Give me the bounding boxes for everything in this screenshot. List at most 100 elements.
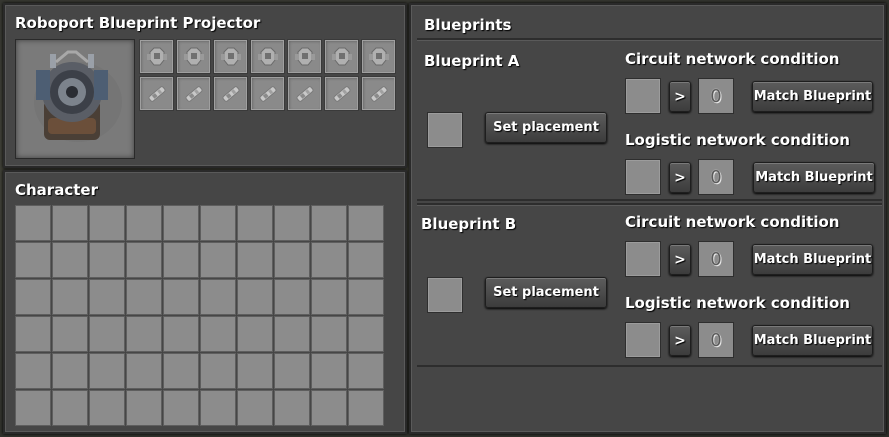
- inventory-slot[interactable]: [52, 353, 88, 389]
- repair-pack-slot[interactable]: [139, 76, 174, 111]
- inventory-slot[interactable]: [348, 316, 384, 352]
- inventory-slot[interactable]: [52, 242, 88, 278]
- inventory-slot[interactable]: [15, 205, 51, 241]
- inventory-slot[interactable]: [89, 316, 125, 352]
- robot-slot[interactable]: [287, 39, 322, 74]
- inventory-slot[interactable]: [274, 353, 310, 389]
- inventory-slot[interactable]: [200, 205, 236, 241]
- robot-slot[interactable]: [139, 39, 174, 74]
- inventory-slot[interactable]: [237, 205, 273, 241]
- repair-pack-slot[interactable]: [213, 76, 248, 111]
- inventory-slot[interactable]: [311, 205, 347, 241]
- circuit-comparator-button[interactable]: >: [669, 244, 691, 275]
- inventory-slot[interactable]: [311, 279, 347, 315]
- inventory-slot[interactable]: [237, 279, 273, 315]
- inventory-slot[interactable]: [89, 390, 125, 426]
- inventory-slot[interactable]: [126, 390, 162, 426]
- circuit-match-blueprint-button[interactable]: Match Blueprint: [752, 81, 873, 112]
- inventory-slot[interactable]: [126, 205, 162, 241]
- inventory-slot[interactable]: [163, 205, 199, 241]
- roboport-panel: Roboport Blueprint Projector: [3, 3, 407, 168]
- inventory-slot[interactable]: [200, 390, 236, 426]
- inventory-slot[interactable]: [52, 316, 88, 352]
- inventory-slot[interactable]: [274, 242, 310, 278]
- blueprint-name: Blueprint A: [424, 52, 520, 70]
- blueprint-icon-slot[interactable]: [427, 112, 463, 148]
- inventory-slot[interactable]: [274, 390, 310, 426]
- blueprint-name: Blueprint B: [421, 215, 517, 233]
- circuit-value-field[interactable]: 0: [698, 241, 734, 277]
- logistic-match-blueprint-button[interactable]: Match Blueprint: [752, 325, 873, 356]
- set-placement-button[interactable]: Set placement: [485, 277, 607, 308]
- inventory-slot[interactable]: [163, 279, 199, 315]
- inventory-slot[interactable]: [237, 242, 273, 278]
- inventory-slot[interactable]: [200, 316, 236, 352]
- inventory-slot[interactable]: [274, 316, 310, 352]
- repair-pack-slot[interactable]: [250, 76, 285, 111]
- robot-slot[interactable]: [250, 39, 285, 74]
- logistic-robot-icon: [220, 47, 241, 65]
- inventory-slot[interactable]: [163, 242, 199, 278]
- inventory-slot[interactable]: [237, 316, 273, 352]
- inventory-slot[interactable]: [311, 316, 347, 352]
- repair-pack-icon: [221, 85, 240, 102]
- inventory-slot[interactable]: [163, 353, 199, 389]
- inventory-slot[interactable]: [89, 279, 125, 315]
- inventory-slot[interactable]: [126, 242, 162, 278]
- inventory-slot[interactable]: [126, 279, 162, 315]
- inventory-slot[interactable]: [89, 353, 125, 389]
- inventory-slot[interactable]: [237, 390, 273, 426]
- circuit-value-field[interactable]: 0: [698, 78, 734, 114]
- inventory-slot[interactable]: [348, 390, 384, 426]
- set-placement-button[interactable]: Set placement: [485, 112, 607, 143]
- robot-slot[interactable]: [213, 39, 248, 74]
- inventory-slot[interactable]: [89, 242, 125, 278]
- inventory-slot[interactable]: [200, 353, 236, 389]
- robot-slot[interactable]: [176, 39, 211, 74]
- repair-pack-slot[interactable]: [324, 76, 359, 111]
- inventory-slot[interactable]: [126, 353, 162, 389]
- logistic-value-field[interactable]: 0: [698, 322, 734, 358]
- logistic-signal-slot[interactable]: [625, 322, 661, 358]
- circuit-signal-slot[interactable]: [625, 241, 661, 277]
- inventory-slot[interactable]: [52, 279, 88, 315]
- inventory-slot[interactable]: [200, 279, 236, 315]
- inventory-slot[interactable]: [15, 279, 51, 315]
- inventory-slot[interactable]: [311, 353, 347, 389]
- inventory-slot[interactable]: [15, 316, 51, 352]
- roboport-panel-title: Roboport Blueprint Projector: [15, 14, 261, 32]
- inventory-slot[interactable]: [126, 316, 162, 352]
- inventory-slot[interactable]: [311, 390, 347, 426]
- inventory-slot[interactable]: [15, 353, 51, 389]
- inventory-slot[interactable]: [200, 242, 236, 278]
- logistic-signal-slot[interactable]: [625, 159, 661, 195]
- repair-pack-slot[interactable]: [176, 76, 211, 111]
- inventory-slot[interactable]: [274, 279, 310, 315]
- inventory-slot[interactable]: [163, 316, 199, 352]
- circuit-match-blueprint-button[interactable]: Match Blueprint: [752, 244, 873, 275]
- blueprint-icon-slot[interactable]: [427, 277, 463, 313]
- repair-pack-slot[interactable]: [287, 76, 322, 111]
- inventory-slot[interactable]: [15, 390, 51, 426]
- inventory-slot[interactable]: [274, 205, 310, 241]
- inventory-slot[interactable]: [348, 242, 384, 278]
- inventory-slot[interactable]: [348, 353, 384, 389]
- logistic-comparator-button[interactable]: >: [669, 162, 691, 193]
- inventory-slot[interactable]: [15, 242, 51, 278]
- repair-pack-slot[interactable]: [361, 76, 396, 111]
- inventory-slot[interactable]: [89, 205, 125, 241]
- inventory-slot[interactable]: [348, 279, 384, 315]
- robot-slot[interactable]: [361, 39, 396, 74]
- robot-slot[interactable]: [324, 39, 359, 74]
- circuit-comparator-button[interactable]: >: [669, 81, 691, 112]
- logistic-comparator-button[interactable]: >: [669, 325, 691, 356]
- inventory-slot[interactable]: [163, 390, 199, 426]
- circuit-signal-slot[interactable]: [625, 78, 661, 114]
- logistic-value-field[interactable]: 0: [698, 159, 734, 195]
- inventory-slot[interactable]: [52, 390, 88, 426]
- inventory-slot[interactable]: [348, 205, 384, 241]
- inventory-slot[interactable]: [52, 205, 88, 241]
- inventory-slot[interactable]: [311, 242, 347, 278]
- logistic-match-blueprint-button[interactable]: Match Blueprint: [753, 162, 875, 193]
- inventory-slot[interactable]: [237, 353, 273, 389]
